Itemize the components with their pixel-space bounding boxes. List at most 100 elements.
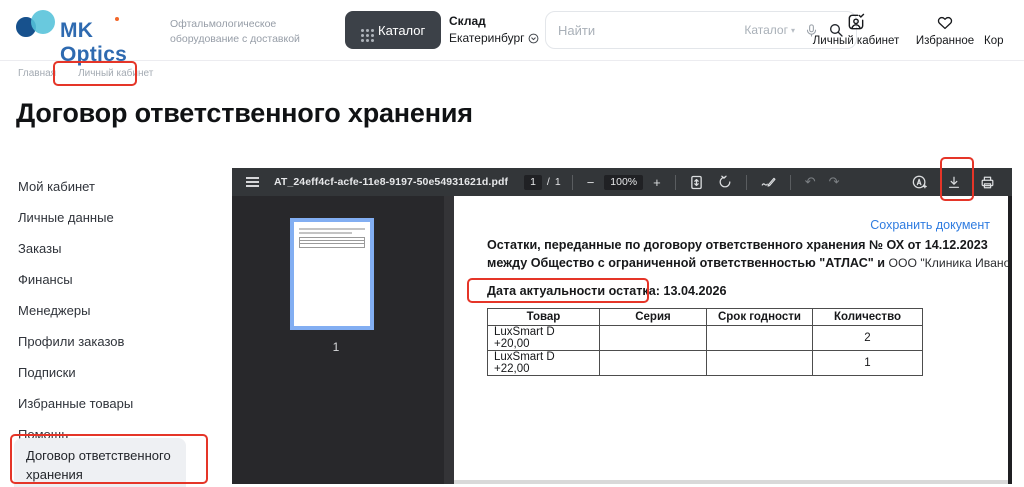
search-category-dropdown[interactable]: Каталог ▾ (744, 23, 795, 37)
logo-circle-icon (31, 10, 55, 34)
table-row: LuxSmart D +20,00 2 (488, 326, 923, 351)
table-row: LuxSmart D +22,00 1 (488, 351, 923, 376)
warehouse-city: Екатеринбург (449, 31, 525, 45)
pdf-page-input[interactable]: 1 (524, 175, 542, 190)
breadcrumb-current[interactable]: Личный кабинет (78, 68, 153, 79)
toolbar-separator (746, 175, 747, 190)
search-input[interactable] (558, 23, 735, 38)
pdf-toolbar: AT_24eff4cf-acfe-11e8-9197-50e54931621d.… (232, 168, 1012, 196)
pdf-filename: AT_24eff4cf-acfe-11e8-9197-50e54931621d.… (274, 176, 508, 188)
sidebar-item-finance[interactable]: Финансы (18, 264, 214, 295)
undo-button[interactable]: ↶ (802, 174, 819, 190)
save-document-link[interactable]: Сохранить документ (870, 218, 990, 232)
site-header: MK Optics Офтальмологическое оборудовани… (0, 0, 1024, 61)
zoom-in-button[interactable]: + (650, 175, 664, 190)
brand-logo[interactable]: MK Optics (16, 10, 166, 52)
cell-product: LuxSmart D +20,00 (488, 326, 600, 351)
cell-quantity: 1 (813, 351, 923, 376)
logo-orange-dot-icon (115, 17, 119, 21)
sidebar-item-orders[interactable]: Заказы (18, 233, 214, 264)
doc-client-name: ООО "Клиника Иванова И.И." (889, 256, 1008, 270)
draw-annotate-button[interactable] (758, 176, 779, 189)
rotate-icon (718, 175, 732, 189)
breadcrumb: Главная Личный кабинет (18, 68, 153, 79)
pdf-viewer: AT_24eff4cf-acfe-11e8-9197-50e54931621d.… (232, 168, 1012, 484)
redo-button[interactable]: ↷ (826, 174, 843, 190)
account-menu[interactable]: Личный кабинет (810, 12, 902, 47)
pdf-page-thumbnail[interactable] (290, 218, 374, 330)
sidebar-item-managers[interactable]: Менеджеры (18, 295, 214, 326)
cell-series (600, 351, 707, 376)
pdf-page-content: Сохранить документ Остатки, переданные п… (454, 196, 1008, 484)
tagline-line-2: оборудование с доставкой (170, 32, 300, 47)
pdf-scrollbar[interactable] (1008, 196, 1012, 484)
col-header-product: Товар (488, 309, 600, 326)
download-button[interactable] (944, 175, 964, 190)
cell-series (600, 326, 707, 351)
sidebar-item-storage-contract-active[interactable]: Договор ответственного хранения (14, 438, 186, 487)
zoom-level[interactable]: 100% (604, 175, 643, 190)
cart-label: Кор (984, 35, 1024, 47)
brand-name: MK Optics (60, 19, 166, 67)
pdf-menu-icon[interactable] (246, 175, 259, 189)
toolbar-separator (572, 175, 573, 190)
rotate-button[interactable] (715, 175, 735, 189)
print-icon (980, 175, 995, 190)
pdf-page-separator: / (547, 176, 550, 188)
doc-line-2-prefix: между Общество с ограниченной ответствен… (487, 256, 889, 270)
col-header-expiry: Срок годности (707, 309, 813, 326)
cell-expiry (707, 326, 813, 351)
catalog-button-label: Каталог (378, 23, 425, 38)
toolbar-separator (790, 175, 791, 190)
pen-scribble-icon (761, 176, 776, 189)
panel-resizer[interactable] (444, 196, 454, 484)
cell-product: LuxSmart D +22,00 (488, 351, 600, 376)
fit-page-button[interactable] (687, 175, 706, 190)
col-header-series: Серия (600, 309, 707, 326)
warehouse-selector[interactable]: Склад Екатеринбург (449, 14, 539, 45)
favorites-menu[interactable]: Избранное (911, 12, 979, 47)
doc-stock-date: Дата актуальности остатка: 13.04.2026 (487, 284, 726, 298)
sidebar-item-favorite-products[interactable]: Избранные товары (18, 388, 214, 419)
sidebar-item-order-profiles[interactable]: Профили заказов (18, 326, 214, 357)
fit-page-icon (690, 175, 703, 190)
chevron-down-icon: ▾ (791, 26, 795, 35)
chevron-down-circle-icon (528, 33, 539, 44)
table-header-row: Товар Серия Срок годности Количество (488, 309, 923, 326)
cell-quantity: 2 (813, 326, 923, 351)
stock-table: Товар Серия Срок годности Количество Lux… (487, 308, 923, 376)
account-label: Личный кабинет (810, 35, 902, 47)
account-sidebar: Мой кабинет Личные данные Заказы Финансы… (18, 171, 214, 450)
cell-expiry (707, 351, 813, 376)
sidebar-item-subscriptions[interactable]: Подписки (18, 357, 214, 388)
breadcrumb-home[interactable]: Главная (18, 68, 56, 79)
catalog-button[interactable]: Каталог (345, 11, 441, 49)
doc-line-1: Остатки, переданные по договору ответств… (487, 238, 988, 252)
download-icon (947, 175, 961, 190)
page-edge (454, 480, 1008, 484)
heart-icon (935, 13, 955, 32)
pdf-body: 1 Сохранить документ Остатки, переданные… (232, 196, 1012, 484)
search-category-label: Каталог (744, 23, 788, 37)
favorites-label: Избранное (911, 35, 979, 47)
zoom-out-button[interactable]: − (584, 175, 598, 190)
tagline-line-1: Офтальмологическое (170, 17, 300, 32)
brand-tagline: Офтальмологическое оборудование с достав… (170, 17, 300, 46)
print-button[interactable] (977, 175, 998, 190)
pdf-page-total: 1 (555, 176, 561, 188)
account-icon (846, 12, 866, 32)
col-header-quantity: Количество (813, 309, 923, 326)
page-title: Договор ответственного хранения (16, 98, 473, 129)
doc-line-2: между Общество с ограниченной ответствен… (487, 256, 1008, 270)
page: MK Optics Офтальмологическое оборудовани… (0, 0, 1024, 487)
toolbar-separator (675, 175, 676, 190)
annotation-a-plus-icon (912, 174, 928, 190)
sidebar-item-personal-data[interactable]: Личные данные (18, 202, 214, 233)
pdf-thumbnail-panel: 1 (232, 196, 444, 484)
sidebar-item-my-cabinet[interactable]: Мой кабинет (18, 171, 214, 202)
thumbnail-page-number: 1 (290, 340, 382, 354)
text-annotation-button[interactable] (909, 174, 931, 190)
cart-menu[interactable]: Кор (984, 12, 1024, 47)
grid-menu-icon (361, 29, 364, 32)
warehouse-label: Склад (449, 14, 539, 28)
